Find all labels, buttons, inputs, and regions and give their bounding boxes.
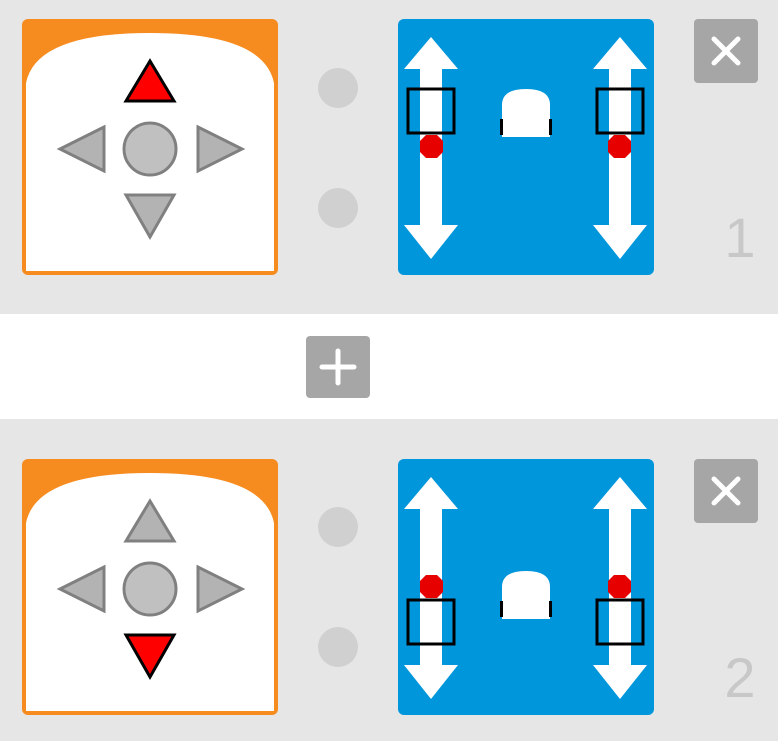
- action-block-motors[interactable]: [398, 459, 654, 715]
- dpad-icon: [26, 463, 274, 711]
- rule-number: 2: [724, 646, 756, 709]
- dpad-icon: [26, 23, 274, 271]
- action-block-motors[interactable]: [398, 19, 654, 275]
- right-stop-octagon: [608, 575, 631, 598]
- connector-dot: [318, 627, 358, 667]
- delete-rule-button[interactable]: [694, 459, 758, 523]
- robot-body: [502, 571, 550, 619]
- rule-row: 2: [0, 419, 778, 741]
- robot-motors-icon: [404, 37, 647, 259]
- close-icon: [711, 36, 741, 66]
- left-stop-octagon: [420, 135, 443, 158]
- robot-motors-icon: [404, 477, 647, 699]
- dpad-center-button: [122, 121, 178, 177]
- connector-dot: [318, 68, 358, 108]
- close-icon: [711, 476, 741, 506]
- add-rule-button[interactable]: [306, 336, 370, 398]
- rule-number: 1: [724, 206, 756, 269]
- robot-body: [502, 89, 550, 137]
- delete-rule-button[interactable]: [694, 19, 758, 83]
- event-block-dpad[interactable]: [22, 459, 278, 715]
- connector-dot: [318, 188, 358, 228]
- right-stop-octagon: [608, 135, 631, 158]
- left-stop-octagon: [420, 575, 443, 598]
- event-block-dpad[interactable]: [22, 19, 278, 275]
- connector-dot: [318, 507, 358, 547]
- rule-row: 1: [0, 0, 778, 314]
- dpad-center-button: [122, 561, 178, 617]
- plus-icon: [319, 348, 357, 386]
